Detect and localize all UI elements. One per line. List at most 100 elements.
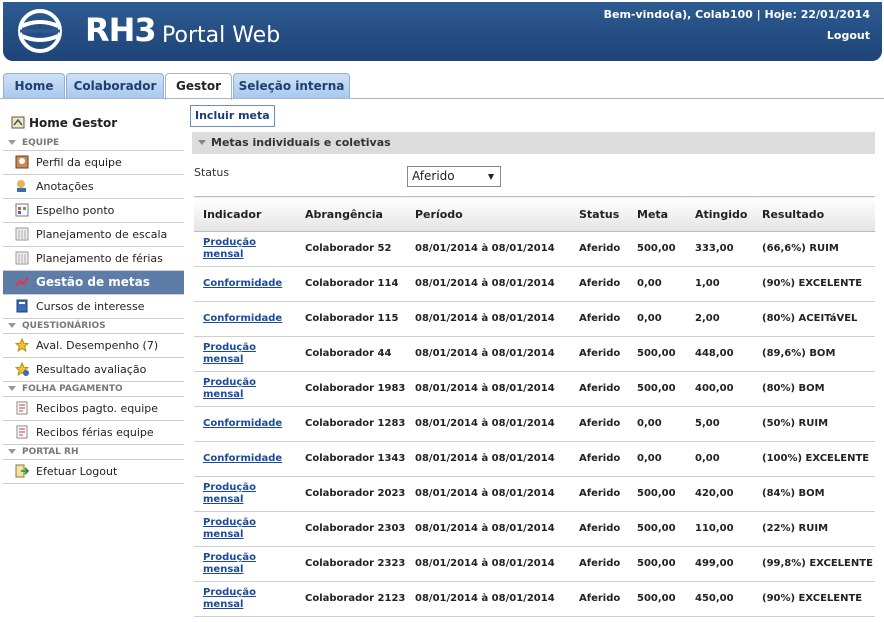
cell-periodo: 08/01/2014 à 08/01/2014 [406, 441, 570, 477]
cell-indicador: Conformidade [194, 406, 296, 442]
cell-abrangencia: Colaborador 114 [296, 266, 406, 302]
status-select[interactable]: Aferido [407, 166, 501, 187]
cell-resultado: (22%) RUIM [753, 511, 875, 547]
tab-gestor[interactable]: Gestor [165, 73, 232, 100]
sidebar-item-resultado-avaliacao[interactable]: Resultado avaliação [3, 358, 184, 382]
column-header-meta[interactable]: Meta [628, 196, 686, 232]
indicador-link[interactable]: Produção mensal [203, 377, 256, 400]
table-row[interactable]: Produção mensal Colaborador 2323 08/01/201… [194, 546, 875, 582]
panel-header[interactable]: Metas individuais e coletivas [192, 132, 875, 154]
notes-icon [17, 180, 26, 192]
indicador-link[interactable]: Produção mensal [203, 517, 256, 540]
cell-indicador: Produção mensal [194, 371, 296, 407]
cell-periodo: 08/01/2014 à 08/01/2014 [406, 301, 570, 337]
receipt-icon [16, 425, 28, 439]
indicador-link[interactable]: Produção mensal [203, 482, 256, 505]
table-row[interactable]: Produção mensal Colaborador 2123 08/01/201… [194, 581, 875, 617]
sidebar-section-equipe[interactable]: EQUIPE [3, 136, 184, 151]
tab-colaborador[interactable]: Colaborador [66, 73, 164, 98]
cell-resultado: (90%) EXCELENTE [753, 266, 875, 302]
sidebar-item-cursos-interesse[interactable]: Cursos de interesse [3, 295, 184, 319]
cell-resultado: (99,8%) EXCELENTE [753, 546, 875, 582]
dropdown-arrow-icon [488, 174, 494, 180]
cell-abrangencia: Colaborador 2123 [296, 581, 406, 617]
table-row[interactable]: Produção mensal Colaborador 44 08/01/2014 … [194, 336, 875, 372]
indicador-link[interactable]: Conformidade [203, 453, 282, 464]
table-header-row: Indicador Abrangência Período Status Met… [194, 196, 875, 232]
table-row[interactable]: Produção mensal Colaborador 2023 08/01/201… [194, 476, 875, 512]
panel-title: Metas individuais e coletivas [211, 136, 391, 149]
cell-periodo: 08/01/2014 à 08/01/2014 [406, 336, 570, 372]
sidebar-item-planejamento-ferias[interactable]: Planejamento de férias [3, 247, 184, 271]
cell-status: Aferido [570, 336, 628, 372]
sidebar-section-portal-rh[interactable]: PORTAL RH [3, 445, 184, 460]
chart-icon [15, 277, 29, 287]
sidebar-item-label: Perfil da equipe [36, 156, 122, 169]
table-body: Produção mensal Colaborador 52 08/01/2014 … [194, 231, 875, 617]
section-title: FOLHA PAGAMENTO [22, 384, 123, 394]
cell-status: Aferido [570, 441, 628, 477]
sidebar: Home Gestor EQUIPE Perfil da equipe Anot… [3, 110, 184, 484]
sidebar-item-recibos-pagto[interactable]: Recibos pagto. equipe [3, 397, 184, 421]
cell-meta: 500,00 [628, 476, 686, 512]
sidebar-item-label: Espelho ponto [36, 204, 115, 217]
sidebar-item-efetuar-logout[interactable]: Efetuar Logout [3, 460, 184, 484]
cell-periodo: 08/01/2014 à 08/01/2014 [406, 406, 570, 442]
indicador-link[interactable]: Produção mensal [203, 237, 256, 260]
sidebar-item-espelho-ponto[interactable]: Espelho ponto [3, 199, 184, 223]
column-header-indicador[interactable]: Indicador [194, 196, 296, 232]
table-row[interactable]: Produção mensal Colaborador 1983 08/01/201… [194, 371, 875, 407]
column-header-status[interactable]: Status [570, 196, 628, 232]
sidebar-section-folha-pagamento[interactable]: FOLHA PAGAMENTO [3, 382, 184, 397]
cell-abrangencia: Colaborador 44 [296, 336, 406, 372]
section-title: EQUIPE [22, 138, 60, 148]
cell-periodo: 08/01/2014 à 08/01/2014 [406, 266, 570, 302]
cell-indicador: Conformidade [194, 301, 296, 337]
sidebar-item-gestao-metas[interactable]: Gestão de metas [3, 271, 184, 295]
sidebar-item-label: Resultado avaliação [36, 363, 147, 376]
include-meta-button[interactable]: Incluir meta [190, 105, 275, 127]
cell-meta: 0,00 [628, 406, 686, 442]
app-header: RH3 Portal Web Bem-vindo(a), Colab100 | … [3, 2, 882, 61]
sidebar-item-label: Planejamento de escala [36, 228, 168, 241]
indicador-link[interactable]: Produção mensal [203, 587, 256, 610]
indicador-link[interactable]: Conformidade [203, 418, 282, 429]
sidebar-item-aval-desempenho[interactable]: Aval. Desempenho (7) [3, 334, 184, 358]
cell-status: Aferido [570, 266, 628, 302]
table-row[interactable]: Produção mensal Colaborador 52 08/01/2014 … [194, 231, 875, 267]
column-header-periodo[interactable]: Período [406, 196, 570, 232]
indicador-link[interactable]: Conformidade [203, 313, 282, 324]
column-header-resultado[interactable]: Resultado [753, 196, 875, 232]
tab-selecao-interna[interactable]: Seleção interna [233, 73, 350, 98]
table-row[interactable]: Conformidade Colaborador 114 08/01/2014 à … [194, 266, 875, 302]
sidebar-item-planejamento-escala[interactable]: Planejamento de escala [3, 223, 184, 247]
timesheet-icon [15, 203, 29, 217]
table-row[interactable]: Produção mensal Colaborador 2303 08/01/201… [194, 511, 875, 547]
logout-link[interactable]: Logout [827, 29, 870, 42]
sidebar-item-label: Gestão de metas [36, 275, 150, 289]
indicador-link[interactable]: Conformidade [203, 278, 282, 289]
sidebar-home-label: Home Gestor [29, 116, 118, 130]
cell-status: Aferido [570, 546, 628, 582]
cell-indicador: Conformidade [194, 266, 296, 302]
cell-abrangencia: Colaborador 1983 [296, 371, 406, 407]
indicador-link[interactable]: Produção mensal [203, 552, 256, 575]
indicador-link[interactable]: Produção mensal [203, 342, 256, 365]
column-header-atingido[interactable]: Atingido [686, 196, 753, 232]
cell-resultado: (66,6%) RUIM [753, 231, 875, 267]
table-row[interactable]: Conformidade Colaborador 115 08/01/2014 à … [194, 301, 875, 337]
cell-meta: 0,00 [628, 441, 686, 477]
table-row[interactable]: Conformidade Colaborador 1283 08/01/2014 à… [194, 406, 875, 442]
sidebar-item-perfil-equipe[interactable]: Perfil da equipe [3, 151, 184, 175]
sidebar-home-gestor[interactable]: Home Gestor [3, 110, 184, 136]
column-header-abrangencia[interactable]: Abrangência [296, 196, 406, 232]
tab-home[interactable]: Home [3, 73, 65, 98]
sidebar-item-anotacoes[interactable]: Anotações [3, 175, 184, 199]
cell-status: Aferido [570, 371, 628, 407]
table-row[interactable]: Conformidade Colaborador 1343 08/01/2014 à… [194, 441, 875, 477]
cell-indicador: Produção mensal [194, 231, 296, 267]
cell-atingido: 5,00 [686, 406, 753, 442]
cell-indicador: Produção mensal [194, 581, 296, 617]
sidebar-section-questionarios[interactable]: QUESTIONÁRIOS [3, 319, 184, 334]
sidebar-item-recibos-ferias[interactable]: Recibos férias equipe [3, 421, 184, 445]
